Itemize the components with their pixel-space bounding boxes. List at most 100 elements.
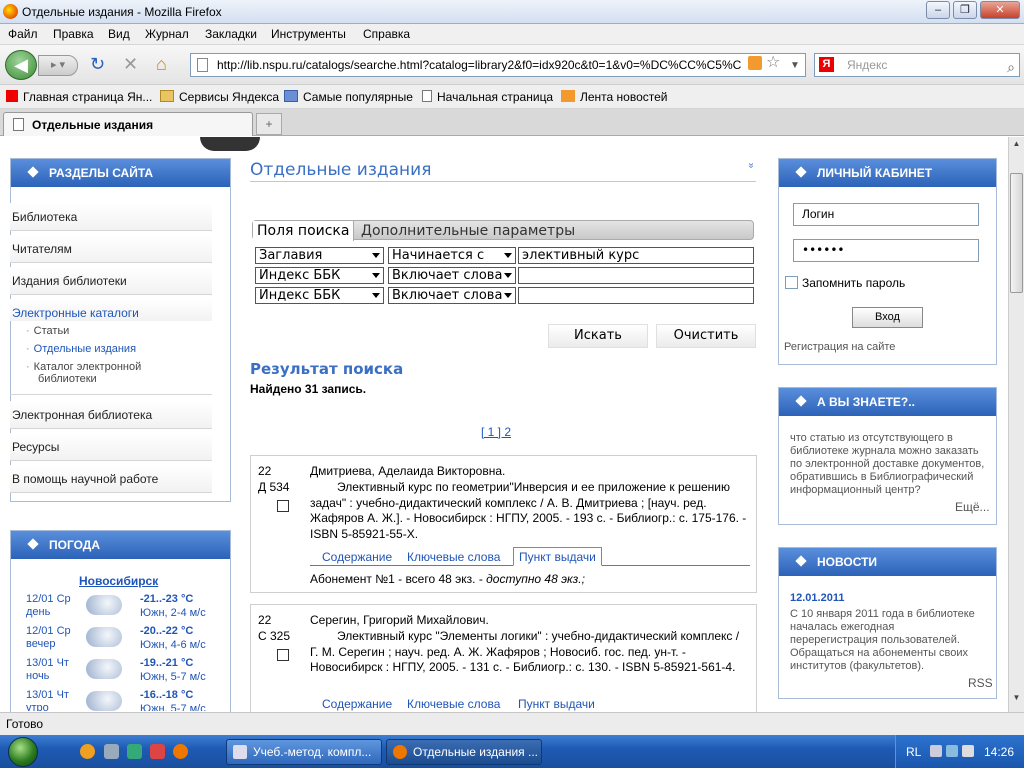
clear-button[interactable]: Очистить — [656, 324, 756, 348]
search-box[interactable]: Я Яндекс ⌕ — [814, 53, 1020, 77]
scroll-down-icon[interactable]: ▼ — [1010, 693, 1023, 708]
rss-link[interactable]: RSS — [968, 676, 993, 690]
forward-button[interactable]: ▸ ▾ — [38, 55, 78, 76]
tab-holding[interactable]: Пункт выдачи — [518, 697, 595, 711]
weather-wind: Южн, 4-6 м/с — [140, 639, 206, 651]
subnav-e-library-catalog[interactable]: · Каталог электронной библиотеки — [26, 361, 166, 385]
register-link[interactable]: Регистрация на сайте — [784, 341, 895, 353]
bookmark-yandex-home[interactable]: Главная страница Ян... — [6, 90, 152, 104]
tab-contents[interactable]: Содержание — [322, 697, 392, 711]
record-author: Серегин, Григорий Михайлович. — [310, 613, 489, 627]
availability: доступно 48 экз.; — [486, 572, 585, 586]
remember-checkbox[interactable] — [785, 276, 798, 289]
tab-advanced-params[interactable]: Дополнительные параметры — [361, 221, 575, 241]
nav-library[interactable]: Библиотека — [10, 203, 212, 231]
bookmark-yandex-services[interactable]: Сервисы Яндекса — [160, 90, 279, 104]
diamond-icon — [27, 538, 39, 550]
login-input[interactable]: Логин — [793, 203, 979, 226]
quick-launch-icon[interactable] — [80, 744, 95, 759]
start-button[interactable] — [8, 737, 38, 767]
menu-tools[interactable]: Инструменты — [271, 27, 346, 41]
cloud-icon — [86, 627, 122, 647]
close-window-button[interactable]: ✕ — [980, 1, 1020, 19]
smart-bookmark-icon — [284, 90, 298, 102]
firefox-icon[interactable] — [173, 744, 188, 759]
select-checkbox[interactable] — [277, 500, 289, 512]
weather-row: 13/01 Чт утро -16..-18 °C Южн, 5-7 м/с — [10, 689, 210, 711]
tab-holding[interactable]: Пункт выдачи — [513, 547, 602, 566]
minimize-button[interactable]: – — [926, 1, 950, 19]
select-checkbox[interactable] — [277, 649, 289, 661]
volume-icon[interactable] — [962, 745, 974, 757]
subnav-articles[interactable]: · Статьи — [26, 325, 69, 337]
menu-edit[interactable]: Правка — [53, 27, 94, 41]
mode-select[interactable]: Включает слова — [388, 287, 516, 304]
forward-dropdown-icon: ▸ ▾ — [50, 59, 66, 71]
bookmark-news-feed[interactable]: Лента новостей — [561, 90, 668, 104]
stop-icon[interactable]: ✕ — [123, 54, 138, 74]
field-select[interactable]: Индекс ББК — [255, 267, 384, 284]
menu-bookmarks[interactable]: Закладки — [205, 27, 257, 41]
menu-view[interactable]: Вид — [108, 27, 130, 41]
nav-e-catalogs[interactable]: Электронные каталоги — [10, 299, 212, 321]
password-input[interactable]: •••••• — [793, 239, 979, 262]
nav-readers[interactable]: Читателям — [10, 235, 212, 263]
pagination[interactable]: [ 1 ] 2 — [481, 425, 511, 439]
weather-temp: -21..-23 °C — [140, 593, 194, 605]
subnav-separate-editions[interactable]: · Отдельные издания — [26, 343, 136, 355]
vertical-scrollbar[interactable]: ▲ ▼ — [1008, 137, 1024, 712]
tab-keywords[interactable]: Ключевые слова — [407, 550, 500, 564]
menu-file[interactable]: Файл — [8, 27, 38, 41]
news-date[interactable]: 12.01.2011 — [790, 592, 844, 604]
search-value-input[interactable] — [518, 267, 754, 284]
scroll-up-icon[interactable]: ▲ — [1010, 139, 1023, 154]
nav-research-help[interactable]: В помощь научной работе — [10, 465, 212, 493]
tab-search-fields[interactable]: Поля поиска — [253, 221, 355, 241]
more-link[interactable]: Ещё... — [955, 500, 990, 514]
rss-feed-icon[interactable] — [748, 56, 762, 70]
weather-city-link[interactable]: Новосибирск — [79, 574, 158, 588]
switch-windows-icon[interactable] — [127, 744, 142, 759]
new-tab-button[interactable]: + — [256, 113, 282, 135]
home-icon[interactable]: ⌂ — [156, 54, 167, 74]
url-bar[interactable]: http://lib.nspu.ru/catalogs/searche.html… — [190, 53, 806, 77]
mode-select[interactable]: Включает слова — [388, 267, 516, 284]
field-select[interactable]: Индекс ББК — [255, 287, 384, 304]
clock[interactable]: 14:26 — [984, 745, 1014, 759]
url-dropdown-icon[interactable]: ▼ — [790, 56, 800, 76]
mode-select[interactable]: Начинается с — [388, 247, 516, 264]
search-icon[interactable]: ⌕ — [1007, 56, 1015, 78]
bookmark-star-icon[interactable]: ☆ — [766, 53, 780, 73]
tab-current[interactable]: Отдельные издания — [3, 112, 253, 136]
tab-keywords[interactable]: Ключевые слова — [407, 697, 500, 711]
search-button[interactable]: Искать — [548, 324, 648, 348]
bookmark-most-popular[interactable]: Самые популярные — [284, 90, 413, 104]
folder-icon — [160, 90, 174, 102]
show-desktop-icon[interactable] — [104, 744, 119, 759]
bookmark-start-page[interactable]: Начальная страница — [422, 90, 553, 104]
nav-resources[interactable]: Ресурсы — [10, 433, 212, 461]
network-icon[interactable] — [946, 745, 958, 757]
scroll-thumb[interactable] — [1010, 173, 1023, 293]
field-select[interactable]: Заглавия — [255, 247, 384, 264]
search-value-input[interactable]: элективный курс — [518, 247, 754, 264]
tray-icon[interactable] — [930, 745, 942, 757]
menu-help[interactable]: Справка — [363, 27, 410, 41]
nav-library-publications[interactable]: Издания библиотеки — [10, 267, 212, 295]
menu-history[interactable]: Журнал — [145, 27, 189, 41]
dropdown-arrow-icon — [372, 293, 380, 298]
maximize-button[interactable]: ❐ — [953, 1, 977, 19]
nav-e-library[interactable]: Электронная библиотека — [10, 401, 212, 429]
login-button[interactable]: Вход — [852, 307, 923, 328]
taskbar-item-document[interactable]: Учеб.-метод. компл... — [226, 739, 382, 765]
search-value-input[interactable] — [518, 287, 754, 304]
taskbar-item-firefox[interactable]: Отдельные издания ... — [386, 739, 542, 765]
record-tabs: Содержание Ключевые слова Пункт выдачи — [310, 695, 750, 713]
back-button[interactable]: ◀ — [5, 50, 37, 80]
collapse-icon[interactable]: » — [745, 163, 756, 169]
reload-icon[interactable]: ↻ — [90, 54, 105, 74]
tab-contents[interactable]: Содержание — [322, 550, 392, 564]
dropdown-arrow-icon — [504, 273, 512, 278]
language-indicator[interactable]: RL — [906, 745, 921, 759]
quick-launch-icon[interactable] — [150, 744, 165, 759]
